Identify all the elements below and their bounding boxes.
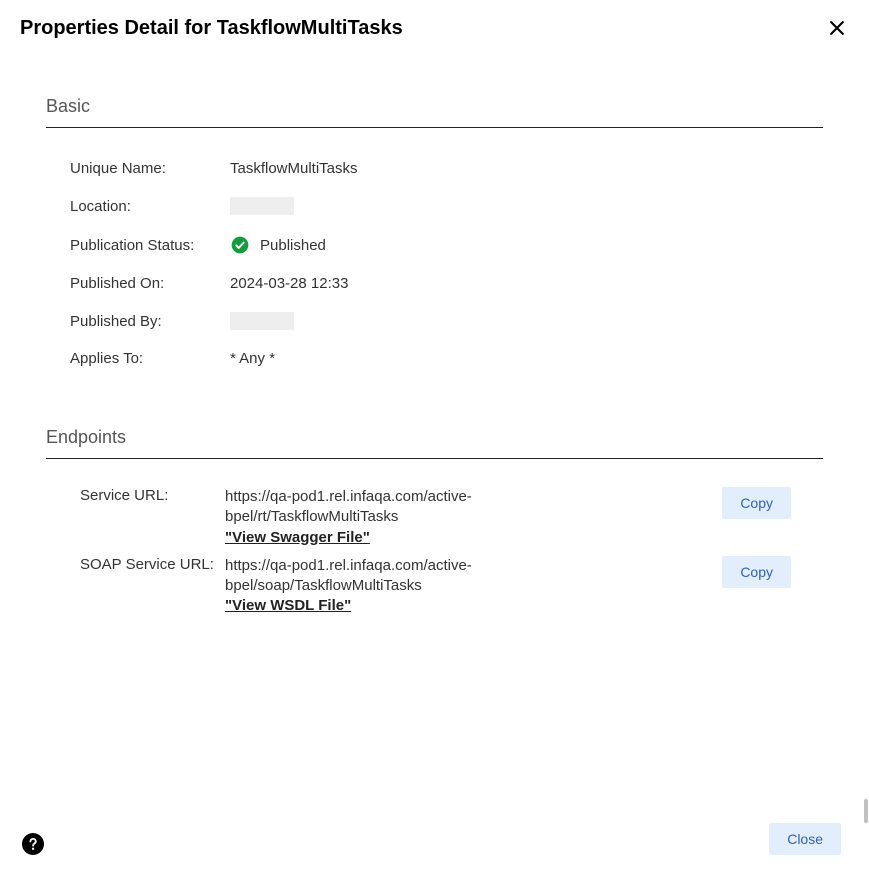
- dialog-footer: Close: [769, 823, 841, 855]
- unique-name-value: TaskflowMultiTasks: [230, 160, 358, 177]
- unique-name-label: Unique Name:: [70, 160, 230, 177]
- soap-service-url-value: https://qa-pod1.rel.infaqa.com/active-bp…: [225, 556, 535, 617]
- view-wsdl-link[interactable]: "View WSDL File": [225, 597, 351, 614]
- help-icon[interactable]: [22, 833, 44, 855]
- endpoint-service-url: Service URL: https://qa-pod1.rel.infaqa.…: [80, 487, 823, 548]
- field-publication-status: Publication Status: Published: [70, 225, 823, 265]
- applies-to-value: * Any *: [230, 350, 275, 367]
- soap-service-url-copy-cell: Copy: [535, 556, 823, 588]
- view-swagger-link[interactable]: "View Swagger File": [225, 529, 370, 546]
- scrollbar-track[interactable]: [861, 0, 869, 873]
- copy-service-url-button[interactable]: Copy: [722, 487, 791, 519]
- basic-divider: [46, 127, 823, 128]
- publication-status-label: Publication Status:: [70, 237, 230, 254]
- field-published-on: Published On: 2024-03-28 12:33: [70, 265, 823, 302]
- field-unique-name: Unique Name: TaskflowMultiTasks: [70, 150, 823, 187]
- published-by-label: Published By:: [70, 313, 230, 330]
- dialog-content: Basic Unique Name: TaskflowMultiTasks Lo…: [0, 56, 869, 617]
- location-value: [230, 197, 294, 215]
- published-by-value: [230, 312, 294, 330]
- endpoints-fields: Service URL: https://qa-pod1.rel.infaqa.…: [46, 487, 823, 617]
- location-redacted: [230, 197, 294, 215]
- published-on-value: 2024-03-28 12:33: [230, 275, 348, 292]
- service-url-copy-cell: Copy: [535, 487, 823, 519]
- close-icon[interactable]: [825, 16, 849, 40]
- publication-status-value: Published: [230, 235, 326, 255]
- check-circle-icon: [230, 235, 250, 255]
- publication-status-text: Published: [260, 237, 326, 254]
- soap-service-url-label: SOAP Service URL:: [80, 556, 225, 573]
- service-url-value: https://qa-pod1.rel.infaqa.com/active-bp…: [225, 487, 535, 548]
- location-label: Location:: [70, 198, 230, 215]
- copy-soap-service-url-button[interactable]: Copy: [722, 556, 791, 588]
- endpoints-section-title: Endpoints: [46, 427, 823, 448]
- soap-service-url-text: https://qa-pod1.rel.infaqa.com/active-bp…: [225, 557, 472, 594]
- endpoints-divider: [46, 458, 823, 459]
- published-on-label: Published On:: [70, 275, 230, 292]
- service-url-text: https://qa-pod1.rel.infaqa.com/active-bp…: [225, 488, 472, 525]
- dialog-title: Properties Detail for TaskflowMultiTasks: [20, 17, 403, 40]
- field-location: Location:: [70, 187, 823, 225]
- applies-to-label: Applies To:: [70, 350, 230, 367]
- close-button[interactable]: Close: [769, 823, 841, 855]
- field-published-by: Published By:: [70, 302, 823, 340]
- field-applies-to: Applies To: * Any *: [70, 340, 823, 377]
- basic-section-title: Basic: [46, 96, 823, 117]
- dialog-header: Properties Detail for TaskflowMultiTasks: [0, 0, 869, 56]
- scrollbar-thumb[interactable]: [864, 799, 868, 823]
- service-url-label: Service URL:: [80, 487, 225, 504]
- published-by-redacted: [230, 312, 294, 330]
- basic-fields: Unique Name: TaskflowMultiTasks Location…: [46, 150, 823, 377]
- endpoint-soap-service-url: SOAP Service URL: https://qa-pod1.rel.in…: [80, 556, 823, 617]
